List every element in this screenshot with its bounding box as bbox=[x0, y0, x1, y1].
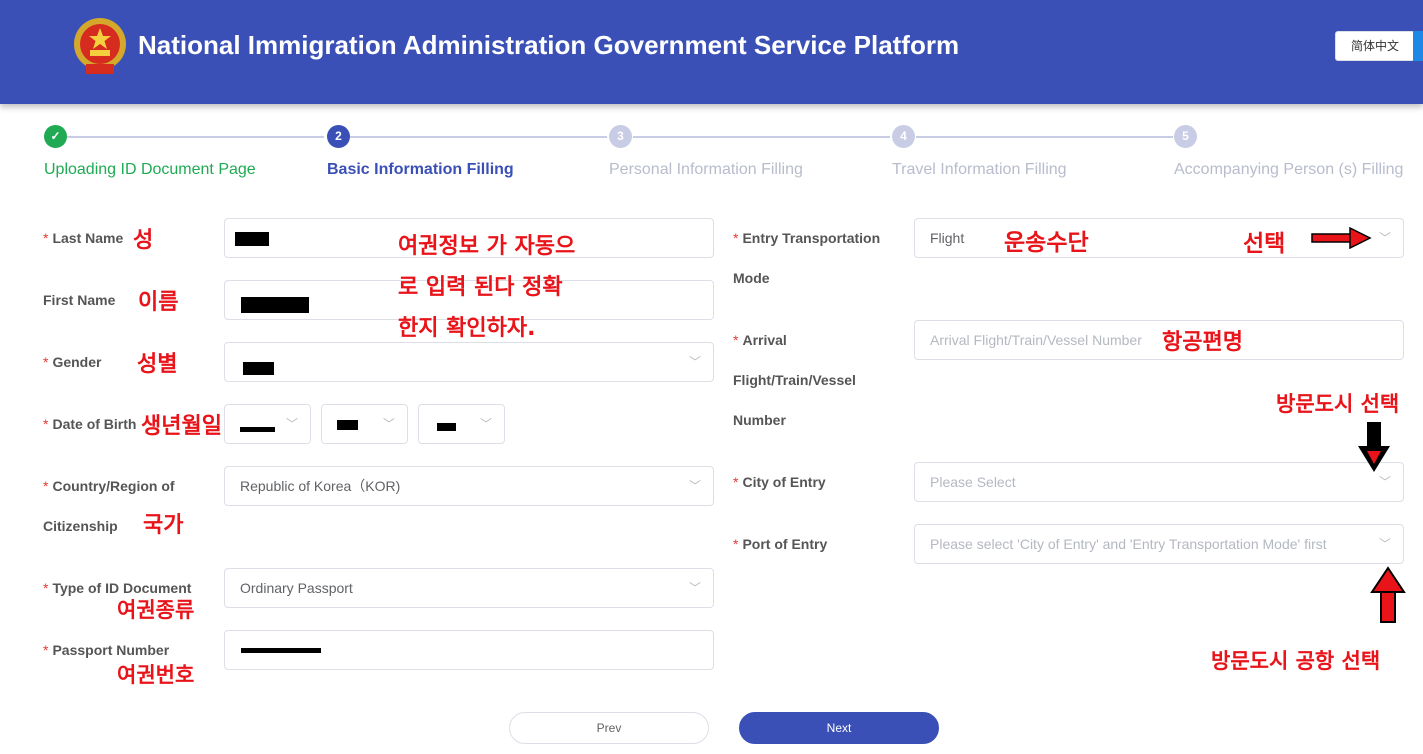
citizenship-select[interactable]: Republic of Korea（KOR) ﹀ bbox=[224, 466, 714, 506]
citizenship-label-line2: Citizenship bbox=[43, 518, 118, 534]
annotation-country: 국가 bbox=[143, 513, 184, 538]
national-emblem-icon bbox=[74, 18, 126, 74]
id-type-select[interactable]: Ordinary Passport ﹀ bbox=[224, 568, 714, 608]
step-4-number: 4 bbox=[892, 125, 915, 148]
chevron-down-icon: ﹀ bbox=[1378, 231, 1391, 245]
chevron-down-icon: ﹀ bbox=[1378, 537, 1391, 551]
gender-label: * Gender bbox=[43, 354, 102, 370]
chevron-down-icon: ﹀ bbox=[382, 417, 395, 431]
step-connector bbox=[350, 136, 607, 138]
step-3-label: Personal Information Filling bbox=[609, 161, 803, 178]
redacted-value bbox=[235, 232, 269, 246]
arrival-number-input[interactable]: Arrival Flight/Train/Vessel Number bbox=[914, 320, 1404, 360]
redacted-value bbox=[337, 420, 358, 430]
annotation-auto-line1: 여권정보 가 자동으 bbox=[398, 234, 576, 259]
city-select[interactable]: Please Select ﹀ bbox=[914, 462, 1404, 502]
transport-label-line2: Mode bbox=[733, 270, 770, 286]
step-4-label: Travel Information Filling bbox=[892, 161, 1067, 178]
redacted-value bbox=[240, 427, 275, 432]
arrow-down-icon bbox=[1358, 422, 1390, 472]
transport-label: * Entry Transportation bbox=[733, 230, 881, 246]
annotation-first-name: 이름 bbox=[138, 290, 179, 315]
arrival-label-line3: Number bbox=[733, 412, 786, 428]
page-title: National Immigration Administration Gove… bbox=[138, 30, 960, 60]
step-2-number: 2 bbox=[327, 125, 350, 148]
step-3-number: 3 bbox=[609, 125, 632, 148]
step-5-number: 5 bbox=[1174, 125, 1197, 148]
annotation-id-type: 여권종류 bbox=[117, 598, 195, 622]
city-label: * City of Entry bbox=[733, 474, 826, 490]
passport-label: * Passport Number bbox=[43, 642, 170, 658]
prev-button[interactable]: Prev bbox=[509, 712, 709, 744]
dob-label: * Date of Birth bbox=[43, 416, 137, 432]
gender-select[interactable]: ﹀ bbox=[224, 342, 714, 382]
first-name-label: First Name bbox=[43, 292, 116, 308]
annotation-last-name: 성 bbox=[133, 228, 154, 253]
arrow-up-icon bbox=[1370, 566, 1406, 623]
next-button[interactable]: Next bbox=[739, 712, 939, 744]
header-bar: National Immigration Administration Gove… bbox=[0, 0, 1423, 104]
annotation-gender: 성별 bbox=[137, 352, 178, 377]
chevron-down-icon: ﹀ bbox=[285, 417, 298, 431]
last-name-label: * Last Name bbox=[43, 230, 124, 246]
port-label: * Port of Entry bbox=[733, 536, 828, 552]
annotation-flight: 항공편명 bbox=[1162, 330, 1243, 355]
annotation-auto-line2: 로 입력 된다 정확 bbox=[398, 275, 563, 300]
annotation-port: 방문도시 공항 선택 bbox=[1211, 649, 1381, 673]
step-connector bbox=[633, 136, 890, 138]
annotation-city: 방문도시 선택 bbox=[1276, 392, 1400, 416]
step-connector bbox=[916, 136, 1173, 138]
chevron-down-icon: ﹀ bbox=[479, 417, 492, 431]
chevron-down-icon: ﹀ bbox=[688, 355, 701, 369]
id-type-value: Ordinary Passport bbox=[240, 580, 353, 596]
redacted-value bbox=[241, 648, 321, 653]
transport-value: Flight bbox=[930, 230, 965, 246]
redacted-value bbox=[243, 362, 274, 375]
redacted-value bbox=[241, 297, 309, 313]
step-5-label: Accompanying Person (s) Filling bbox=[1174, 161, 1404, 178]
arrival-label: * Arrival bbox=[733, 332, 787, 348]
annotation-dob: 생년월일 bbox=[141, 414, 222, 439]
language-switch-edge bbox=[1413, 31, 1423, 61]
port-placeholder: Please select 'City of Entry' and 'Entry… bbox=[930, 536, 1327, 552]
arrival-label-line2: Flight/Train/Vessel bbox=[733, 372, 856, 388]
step-2-label: Basic Information Filling bbox=[327, 161, 514, 178]
annotation-select: 선택 bbox=[1243, 231, 1286, 257]
dob-year-select[interactable]: ﹀ bbox=[224, 404, 311, 444]
annotation-transport: 운송수단 bbox=[1004, 230, 1089, 256]
arrow-right-icon bbox=[1311, 227, 1372, 249]
city-placeholder: Please Select bbox=[930, 474, 1016, 490]
dob-day-select[interactable]: ﹀ bbox=[418, 404, 505, 444]
chevron-down-icon: ﹀ bbox=[688, 479, 701, 493]
citizenship-value: Republic of Korea（KOR) bbox=[240, 478, 401, 494]
passport-input[interactable] bbox=[224, 630, 714, 670]
step-connector bbox=[67, 136, 324, 138]
language-switch-button[interactable]: 简体中文 bbox=[1335, 31, 1415, 61]
redacted-value bbox=[437, 423, 456, 431]
chevron-down-icon: ﹀ bbox=[688, 581, 701, 595]
step-1-check-icon: ✓ bbox=[44, 125, 67, 148]
citizenship-label: * Country/Region of bbox=[43, 478, 175, 494]
annotation-auto-line3: 한지 확인하자. bbox=[398, 316, 536, 341]
annotation-passport: 여권번호 bbox=[117, 663, 195, 687]
step-1-label: Uploading ID Document Page bbox=[44, 161, 256, 178]
dob-month-select[interactable]: ﹀ bbox=[321, 404, 408, 444]
port-select[interactable]: Please select 'City of Entry' and 'Entry… bbox=[914, 524, 1404, 564]
